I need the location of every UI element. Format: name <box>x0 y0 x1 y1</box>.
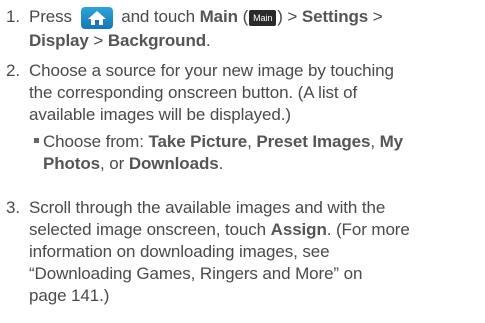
option-my-photos-cont: Photos <box>43 154 101 173</box>
step-line: Scroll through the available images and … <box>29 198 386 217</box>
bullet-item: Choose from: Take Picture, Preset Images… <box>34 131 479 175</box>
step-line: Choose a source for your new image by to… <box>29 61 394 80</box>
home-icon <box>80 6 113 29</box>
step-text: and touch <box>121 7 195 26</box>
separator: , <box>370 132 380 151</box>
paren-open: ( <box>242 7 249 26</box>
step-number: 3. <box>6 198 20 217</box>
bullet-text: Choose from: <box>43 132 149 151</box>
step-text: Press <box>29 7 72 26</box>
step-text: . (For more <box>326 220 410 239</box>
option-my-photos: My <box>379 132 404 151</box>
separator: > <box>88 31 108 50</box>
step-text: selected image onscreen, touch <box>29 220 271 239</box>
step-line: “Downloading Games, Ringers and More” on <box>29 264 363 283</box>
option-preset-images: Preset Images <box>256 132 371 151</box>
paren-close: ) > <box>277 7 298 26</box>
main-label: Main <box>199 7 238 26</box>
step-line: available images will be displayed.) <box>29 105 291 124</box>
display-label: Display <box>29 31 89 50</box>
separator: , or <box>100 154 129 173</box>
step-line: information on downloading images, see <box>29 242 330 261</box>
period: . <box>218 154 224 173</box>
separator: > <box>368 7 383 26</box>
bullet-icon <box>34 138 39 144</box>
settings-label: Settings <box>301 7 369 26</box>
step-number: 2. <box>6 61 20 80</box>
step-line: page 141.) <box>29 286 110 305</box>
main-badge-icon: Main <box>249 9 277 26</box>
option-take-picture: Take Picture <box>148 132 248 151</box>
background-label: Background <box>107 31 207 50</box>
step-number: 1. <box>6 7 20 26</box>
option-downloads: Downloads <box>128 154 219 173</box>
step-line: the corresponding onscreen button. (A li… <box>29 83 358 102</box>
separator: , <box>247 132 257 151</box>
instruction-page: 1. Press and touch Main (Main) > Setting… <box>0 0 485 323</box>
assign-label: Assign <box>270 220 327 239</box>
period: . <box>206 31 211 50</box>
